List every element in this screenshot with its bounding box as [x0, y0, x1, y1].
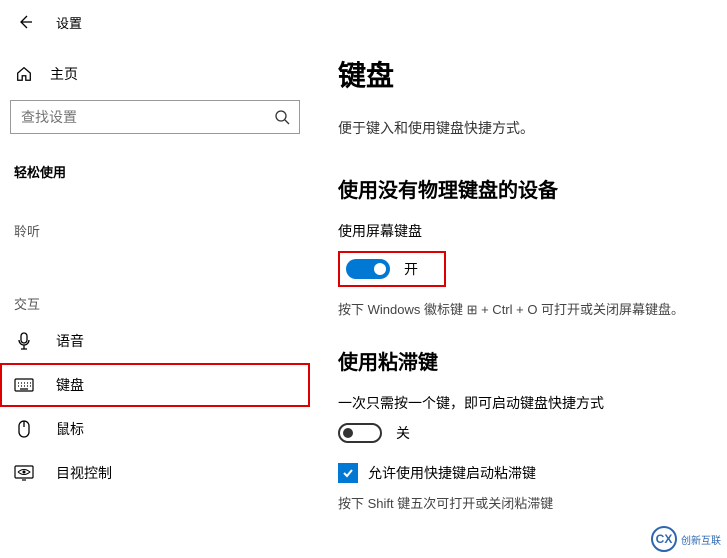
- osk-toggle-label: 使用屏幕键盘: [338, 221, 727, 241]
- watermark-logo: CX: [651, 526, 677, 552]
- sidebar-item-label: 鼠标: [56, 419, 84, 439]
- sidebar-item-label: 键盘: [56, 375, 84, 395]
- keyboard-icon: [14, 375, 34, 395]
- sidebar-item-keyboard[interactable]: 键盘: [0, 363, 310, 407]
- windows-logo-icon: ⊞: [467, 302, 478, 317]
- sticky-toggle-state: 关: [396, 423, 410, 443]
- sticky-hint: 按下 Shift 键五次可打开或关闭粘滞键: [338, 493, 727, 512]
- sticky-shortcut-label: 允许使用快捷键启动粘滞键: [368, 463, 536, 483]
- eye-control-icon: [14, 463, 34, 483]
- sidebar-subgroup-interaction: 交互: [0, 246, 310, 319]
- search-input[interactable]: [21, 109, 273, 125]
- sidebar-item-voice[interactable]: 语音: [0, 319, 310, 363]
- main-content: 键盘 便于键入和使用键盘快捷方式。 使用没有物理键盘的设备 使用屏幕键盘 开 按…: [310, 44, 727, 558]
- window-header: 设置: [0, 0, 727, 44]
- header-title: 设置: [56, 13, 82, 32]
- search-icon: [273, 108, 291, 126]
- sidebar-item-label: 目视控制: [56, 463, 112, 483]
- section-heading-sticky: 使用粘滞键: [338, 346, 727, 375]
- watermark-text: 创新互联: [681, 532, 721, 547]
- sidebar-item-home[interactable]: 主页: [0, 54, 310, 94]
- osk-toggle-highlight: 开: [338, 251, 446, 287]
- sidebar-category: 轻松使用: [0, 142, 310, 191]
- sidebar-subgroup-hearing: 聆听: [0, 191, 310, 246]
- back-icon[interactable]: [16, 13, 34, 31]
- page-subtitle: 便于键入和使用键盘快捷方式。: [338, 118, 727, 138]
- section-heading-osk: 使用没有物理键盘的设备: [338, 174, 727, 203]
- microphone-icon: [14, 331, 34, 351]
- page-title: 键盘: [338, 54, 727, 94]
- sticky-toggle[interactable]: [338, 423, 382, 443]
- search-input-wrapper[interactable]: [10, 100, 300, 134]
- osk-toggle[interactable]: [346, 259, 390, 279]
- sidebar-item-label: 语音: [56, 331, 84, 351]
- osk-toggle-state: 开: [404, 259, 418, 279]
- watermark: CX 创新互联: [651, 526, 721, 552]
- home-icon: [14, 64, 34, 84]
- sidebar-item-mouse[interactable]: 鼠标: [0, 407, 310, 451]
- sticky-toggle-label: 一次只需按一个键，即可启动键盘快捷方式: [338, 393, 727, 413]
- mouse-icon: [14, 419, 34, 439]
- sidebar-item-eye-control[interactable]: 目视控制: [0, 451, 310, 495]
- sidebar-item-label: 主页: [50, 64, 78, 84]
- osk-hint: 按下 Windows 徽标键 ⊞ + Ctrl + O 可打开或关闭屏幕键盘。: [338, 299, 727, 318]
- sidebar: 主页 轻松使用 聆听 交互 语音 键盘: [0, 44, 310, 558]
- sticky-shortcut-checkbox[interactable]: [338, 463, 358, 483]
